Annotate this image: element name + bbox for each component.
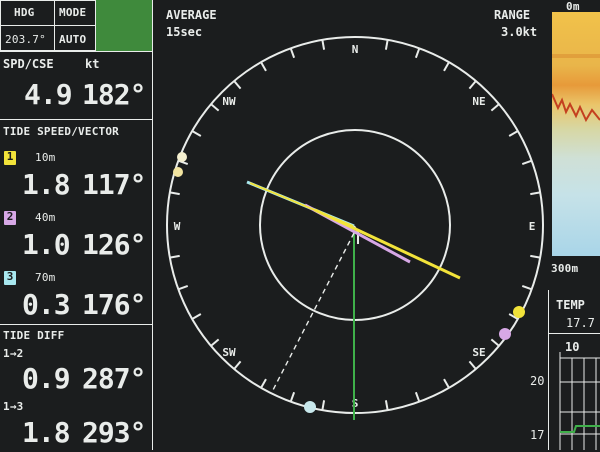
- echo-sounder-trace: [551, 54, 600, 123]
- compass-tick: [210, 338, 220, 347]
- ring-marker-1: [177, 152, 187, 162]
- temp-trace: [560, 425, 600, 433]
- compass-tick: [191, 130, 202, 137]
- echo-sounder-strip[interactable]: [551, 12, 600, 256]
- compass-tick: [191, 313, 202, 320]
- compass-label-nw: NW: [222, 95, 236, 108]
- temp-scale-20: 20: [530, 374, 545, 388]
- compass-tick: [468, 80, 477, 90]
- tide-vector-1-tail: [249, 182, 354, 227]
- temp-scale-17: 17: [530, 428, 545, 442]
- diff-1-dir: 287°: [82, 362, 146, 395]
- compass-tick: [177, 284, 189, 291]
- compass-tick: [233, 360, 242, 370]
- ring-marker-3: [513, 306, 525, 318]
- compass-label-se: SE: [472, 346, 485, 359]
- diff-1-label: 1→2: [3, 347, 24, 360]
- compass-tick: [321, 400, 326, 411]
- hdg-label: HDG: [14, 6, 35, 19]
- compass-tick: [321, 39, 326, 50]
- mode-value-box[interactable]: AUTO: [54, 25, 96, 51]
- diff-2-speed: 1.8: [22, 416, 71, 449]
- right-strip-border: [548, 290, 549, 450]
- compass-label-w: W: [174, 220, 181, 233]
- left-panel-divider-2: [0, 119, 153, 120]
- compass-tick: [468, 360, 477, 370]
- layer-1-badge[interactable]: 1: [4, 151, 16, 165]
- spd-cse-label: SPD/CSE: [3, 57, 54, 71]
- left-panel-border: [152, 0, 153, 450]
- temp-divider: [548, 333, 600, 334]
- compass-tick: [289, 391, 296, 403]
- layer-2-badge[interactable]: 2: [4, 211, 16, 225]
- ring-marker-2: [173, 167, 183, 177]
- diff-2-label: 1→3: [3, 400, 24, 413]
- hdg-value: 203.7°: [5, 33, 46, 46]
- layer-2-depth: 40m: [35, 211, 56, 224]
- temp-label: TEMP: [556, 298, 585, 312]
- left-panel-divider-3: [0, 324, 153, 325]
- compass-tick: [443, 378, 450, 389]
- tide-vector-compass: N NE E SE S SW W NW: [166, 36, 544, 420]
- compass-tick: [530, 191, 541, 196]
- mode-label-box: MODE: [54, 0, 96, 26]
- compass-tick: [443, 61, 450, 72]
- mode-label: MODE: [59, 6, 87, 19]
- compass-tick: [233, 80, 242, 90]
- mode-value: AUTO: [59, 33, 87, 46]
- temp-value: 17.7: [566, 316, 595, 330]
- layer-1-depth: 10m: [35, 151, 56, 164]
- layer-3-dir: 176°: [82, 288, 146, 321]
- compass-label-n: N: [352, 43, 359, 56]
- compass-tick: [210, 103, 220, 112]
- compass-tick: [414, 47, 421, 59]
- compass-tick: [508, 130, 519, 137]
- diff-1-speed: 0.9: [22, 362, 71, 395]
- compass-tick: [289, 47, 296, 59]
- compass-tick: [521, 159, 533, 166]
- hdg-label-box: HDG: [0, 0, 55, 26]
- compass-tick: [490, 103, 500, 112]
- ring-marker-5: [304, 401, 316, 413]
- left-panel-divider-top: [0, 51, 153, 52]
- diff-2-dir: 293°: [82, 416, 146, 449]
- layer-2-speed: 1.0: [22, 228, 71, 261]
- compass-tick: [414, 391, 421, 403]
- compass-tick: [169, 254, 180, 259]
- layer-1-speed: 1.8: [22, 168, 71, 201]
- compass-tick: [169, 191, 180, 196]
- layer-3-depth: 70m: [35, 271, 56, 284]
- compass-tick: [490, 338, 500, 347]
- compass-tick: [384, 39, 389, 50]
- compass-label-e: E: [529, 220, 536, 233]
- compass-label-ne: NE: [472, 95, 485, 108]
- sounder-bottom-label: 300m: [551, 262, 579, 275]
- compass-label-sw: SW: [222, 346, 236, 359]
- layer-3-badge[interactable]: 3: [4, 271, 16, 285]
- compass-tick: [384, 400, 389, 411]
- layer-1-dir: 117°: [82, 168, 146, 201]
- temp-graph: [559, 352, 600, 450]
- hdg-value-box: 203.7°: [0, 25, 55, 51]
- tide-diff-title: TIDE DIFF: [3, 329, 65, 342]
- tide-title: TIDE SPEED/VECTOR: [3, 125, 119, 138]
- compass-tick: [260, 61, 267, 72]
- compass-tick: [260, 378, 267, 389]
- course-value: 182°: [82, 78, 146, 111]
- spd-unit: kt: [85, 57, 100, 71]
- ring-marker-4: [499, 328, 511, 340]
- mode-indicator-block: [96, 0, 153, 51]
- compass-tick: [521, 284, 533, 291]
- compass-tick: [530, 254, 541, 259]
- layer-3-speed: 0.3: [22, 288, 71, 321]
- layer-2-dir: 126°: [82, 228, 146, 261]
- speed-value: 4.9: [24, 78, 73, 111]
